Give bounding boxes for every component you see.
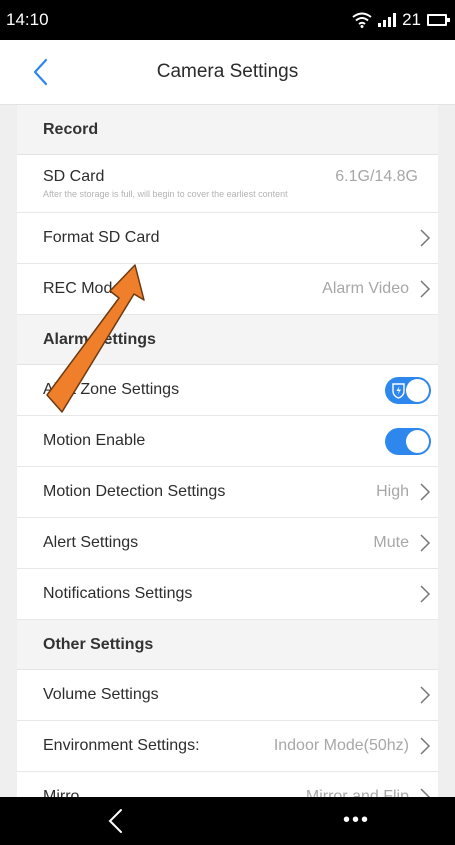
chevron-right-icon: [420, 229, 431, 247]
format-sd-card-row[interactable]: Format SD Card: [17, 213, 438, 264]
volume-settings-row[interactable]: Volume Settings: [17, 670, 438, 721]
chevron-right-icon: [420, 686, 431, 704]
status-time: 14:10: [6, 10, 49, 29]
mirror-value: Mirror and Flip: [305, 788, 409, 797]
back-icon[interactable]: [30, 56, 52, 88]
signal-icon: [378, 13, 397, 27]
shield-bolt-icon: [392, 382, 405, 399]
row-label: Notifications Settings: [43, 585, 193, 602]
battery-level: 21: [402, 10, 421, 29]
row-label: Volume Settings: [43, 686, 159, 703]
system-nav-bar: •••: [0, 797, 455, 845]
motion-detection-settings-row[interactable]: Motion Detection Settings High: [17, 467, 438, 518]
alert-zone-settings-row[interactable]: Alert Zone Settings: [17, 365, 438, 416]
alert-settings-value: Mute: [373, 534, 409, 551]
status-icons: 21: [352, 10, 450, 30]
chevron-right-icon: [420, 534, 431, 552]
more-options-icon[interactable]: •••: [343, 810, 370, 830]
alert-zone-toggle[interactable]: [385, 376, 431, 404]
motion-enable-toggle[interactable]: [385, 427, 431, 455]
row-label: Format SD Card: [43, 229, 160, 246]
rec-mode-value: Alarm Video: [322, 280, 409, 297]
settings-content[interactable]: Record SD Card 6.1G/14.8G After the stor…: [0, 105, 455, 797]
row-label: Motion Enable: [43, 432, 146, 449]
alert-settings-row[interactable]: Alert Settings Mute: [17, 518, 438, 569]
notifications-settings-row[interactable]: Notifications Settings: [17, 569, 438, 620]
chevron-right-icon: [420, 483, 431, 501]
sd-card-capacity: 6.1G/14.8G: [335, 168, 418, 185]
chevron-right-icon: [420, 585, 431, 603]
app-header: Camera Settings: [0, 40, 455, 105]
row-label: Mirro: [43, 788, 80, 797]
battery-icon: [427, 14, 450, 26]
chevron-right-icon: [420, 737, 431, 755]
row-label: Alert Settings: [43, 534, 139, 551]
chevron-right-icon: [420, 788, 431, 797]
sd-card-note: After the storage is full, will begin to…: [43, 189, 288, 199]
mirror-settings-row[interactable]: Mirro Mirror and Flip: [17, 772, 438, 797]
section-header-alarm: Alarm Settings: [17, 315, 438, 365]
toggle-knob: [406, 378, 429, 402]
environment-settings-row[interactable]: Environment Settings: Indoor Mode(50hz): [17, 721, 438, 772]
chevron-right-icon: [420, 280, 431, 298]
environment-value: Indoor Mode(50hz): [273, 737, 409, 754]
toggle-knob: [406, 429, 429, 453]
status-bar: 14:10 21: [0, 0, 455, 40]
row-label: REC Mode: [43, 280, 122, 297]
row-label: Environment Settings:: [43, 737, 200, 754]
row-label: Alert Zone Settings: [43, 381, 180, 398]
motion-detection-value: High: [376, 483, 409, 500]
motion-enable-row[interactable]: Motion Enable: [17, 416, 438, 467]
sd-card-row[interactable]: SD Card 6.1G/14.8G After the storage is …: [17, 155, 438, 213]
wifi-icon: [352, 12, 372, 28]
rec-mode-row[interactable]: REC Mode Alarm Video: [17, 264, 438, 315]
section-header-record: Record: [17, 105, 438, 155]
nav-back-icon[interactable]: [106, 808, 126, 834]
page-title: Camera Settings: [156, 61, 299, 82]
row-label: Motion Detection Settings: [43, 483, 226, 500]
section-header-other: Other Settings: [17, 620, 438, 670]
settings-list: Record SD Card 6.1G/14.8G After the stor…: [17, 105, 438, 797]
row-label: SD Card: [43, 168, 105, 185]
